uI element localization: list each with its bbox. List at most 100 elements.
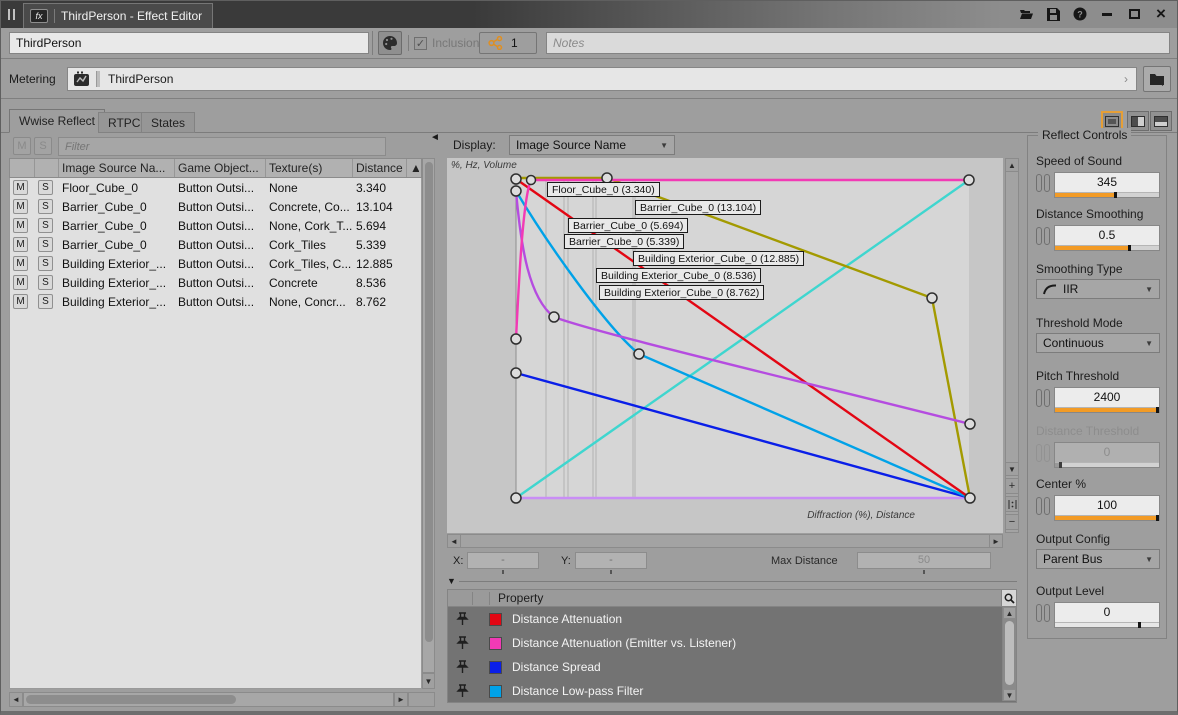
x-coordinate-field[interactable]: - xyxy=(467,552,539,569)
scrollbar-thumb[interactable] xyxy=(26,695,236,704)
curve-tag[interactable]: Building Exterior_Cube_0 (8.536) xyxy=(596,268,761,283)
curve-tag[interactable]: Barrier_Cube_0 (5.339) xyxy=(564,234,684,249)
center-percent-control[interactable]: 100 xyxy=(1036,495,1160,521)
scroll-down-button[interactable]: ▼ xyxy=(1003,689,1016,701)
solo-column-header[interactable] xyxy=(35,159,59,177)
layout-split-horizontal-button[interactable] xyxy=(1150,111,1172,131)
center-percent-value[interactable]: 100 xyxy=(1055,498,1159,512)
mute-all-button[interactable]: M xyxy=(13,137,31,155)
maximize-icon[interactable] xyxy=(1124,5,1144,23)
metering-source-field[interactable]: ThirdPerson › xyxy=(67,67,1137,91)
solo-button[interactable]: S xyxy=(38,199,53,214)
scroll-left-button[interactable]: ◄ xyxy=(447,534,461,548)
tab-states[interactable]: States xyxy=(141,112,195,133)
mute-button[interactable]: M xyxy=(13,275,28,290)
property-row[interactable]: Distance Attenuation (Emitter vs. Listen… xyxy=(448,631,1016,655)
scroll-right-button[interactable]: ► xyxy=(394,692,408,707)
table-row[interactable]: M S Building Exterior_... Button Outsi..… xyxy=(10,273,421,292)
output-config-dropdown[interactable]: Parent Bus ▼ xyxy=(1036,549,1160,569)
rtpc-icon[interactable] xyxy=(1036,389,1051,407)
output-level-control[interactable]: 0 xyxy=(1036,602,1160,628)
scroll-down-button[interactable]: ▼ xyxy=(1005,462,1019,476)
property-row[interactable]: Distance Spread xyxy=(448,655,1016,679)
threshold-mode-dropdown[interactable]: Continuous ▼ xyxy=(1036,333,1160,353)
browse-button[interactable] xyxy=(1143,66,1171,92)
curve-graph[interactable]: %, Hz, Volume Diffraction (%), Distance … xyxy=(447,158,1003,533)
zoom-out-button[interactable]: − xyxy=(1005,514,1019,530)
zoom-fit-button[interactable] xyxy=(1005,496,1019,512)
mute-button[interactable]: M xyxy=(13,237,28,252)
column-header-game-object[interactable]: Game Object... xyxy=(175,159,266,177)
help-icon[interactable]: ? xyxy=(1070,5,1090,23)
solo-button[interactable]: S xyxy=(38,180,53,195)
table-row[interactable]: M S Barrier_Cube_0 Button Outsi... Cork_… xyxy=(10,235,421,254)
save-icon[interactable] xyxy=(1043,5,1063,23)
curve-tag[interactable]: Building Exterior_Cube_0 (12.885) xyxy=(633,251,804,266)
column-header-textures[interactable]: Texture(s) xyxy=(266,159,353,177)
table-row[interactable]: M S Barrier_Cube_0 Button Outsi... None,… xyxy=(10,216,421,235)
table-vertical-scrollbar[interactable] xyxy=(422,158,435,673)
tab-wwise-reflect[interactable]: Wwise Reflect xyxy=(9,109,105,133)
pin-icon[interactable] xyxy=(456,612,469,626)
solo-button[interactable]: S xyxy=(38,218,53,233)
graph-horizontal-scrollbar[interactable]: ◄ ► xyxy=(447,534,1003,548)
dock-handle[interactable] xyxy=(8,9,16,20)
distance-smoothing-value[interactable]: 0.5 xyxy=(1055,228,1159,242)
chevron-right-icon[interactable]: › xyxy=(1124,72,1128,86)
curve-tag[interactable]: Floor_Cube_0 (3.340) xyxy=(547,182,660,197)
collapse-panel-icon[interactable]: ◄ xyxy=(430,132,440,143)
mute-button[interactable]: M xyxy=(13,218,28,233)
notes-input[interactable] xyxy=(546,32,1170,54)
curve-tag[interactable]: Building Exterior_Cube_0 (8.762) xyxy=(599,285,764,300)
sharesets-button[interactable]: 1 xyxy=(479,32,537,54)
window-tab[interactable]: fx ThirdPerson - Effect Editor xyxy=(23,3,213,28)
graph-vertical-scrollbar[interactable]: ▲ ▼ + − xyxy=(1005,158,1019,533)
scrollbar-thumb[interactable] xyxy=(425,162,433,642)
speed-of-sound-control[interactable]: 345 xyxy=(1036,172,1160,198)
table-horizontal-scrollbar[interactable] xyxy=(23,692,394,707)
max-distance-field[interactable]: 50 xyxy=(857,552,991,569)
y-coordinate-field[interactable]: - xyxy=(575,552,647,569)
curve-tag[interactable]: Barrier_Cube_0 (13.104) xyxy=(635,200,761,215)
distance-smoothing-control[interactable]: 0.5 xyxy=(1036,225,1160,251)
effect-name-input[interactable] xyxy=(9,32,369,54)
sort-arrow-icon[interactable]: ▲ xyxy=(407,159,419,177)
pitch-threshold-control[interactable]: 2400 xyxy=(1036,387,1160,413)
scroll-left-button[interactable]: ◄ xyxy=(9,692,23,707)
mute-button[interactable]: M xyxy=(13,294,28,309)
rtpc-icon[interactable] xyxy=(1036,227,1051,245)
rtpc-icon[interactable] xyxy=(1036,604,1051,622)
output-level-value[interactable]: 0 xyxy=(1055,605,1159,619)
rtpc-icon[interactable] xyxy=(1036,174,1051,192)
display-mode-dropdown[interactable]: Image Source Name ▼ xyxy=(509,135,675,155)
scroll-right-button[interactable]: ► xyxy=(989,534,1003,548)
scrollbar-thumb[interactable] xyxy=(1005,621,1014,685)
inclusion-checkbox[interactable]: ✓ xyxy=(414,37,427,50)
solo-button[interactable]: S xyxy=(38,237,53,252)
scroll-up-button[interactable]: ▲ xyxy=(1005,158,1019,172)
pin-icon[interactable] xyxy=(456,636,469,650)
mute-button[interactable]: M xyxy=(13,199,28,214)
pitch-threshold-value[interactable]: 2400 xyxy=(1055,390,1159,404)
mute-column-header[interactable] xyxy=(10,159,35,177)
mute-button[interactable]: M xyxy=(13,256,28,271)
property-row[interactable]: Distance Attenuation xyxy=(448,607,1016,631)
solo-button[interactable]: S xyxy=(38,275,53,290)
close-icon[interactable]: × xyxy=(1151,5,1171,23)
property-column-header[interactable]: Property xyxy=(498,591,543,605)
rtpc-icon[interactable] xyxy=(1036,497,1051,515)
scroll-down-button[interactable]: ▼ xyxy=(422,673,435,689)
mute-button[interactable]: M xyxy=(13,180,28,195)
table-row[interactable]: M S Barrier_Cube_0 Button Outsi... Concr… xyxy=(10,197,421,216)
pin-icon[interactable] xyxy=(456,684,469,698)
curve-tag[interactable]: Barrier_Cube_0 (5.694) xyxy=(568,218,688,233)
zoom-in-button[interactable]: + xyxy=(1005,478,1019,494)
column-header-name[interactable]: Image Source Na... xyxy=(59,159,175,177)
solo-button[interactable]: S xyxy=(38,256,53,271)
collapse-properties-icon[interactable]: ▼ xyxy=(447,576,456,586)
table-row[interactable]: M S Building Exterior_... Button Outsi..… xyxy=(10,292,421,311)
search-properties-button[interactable] xyxy=(1001,590,1016,606)
column-header-distance[interactable]: Distance xyxy=(353,159,407,177)
open-icon[interactable] xyxy=(1016,5,1036,23)
speed-of-sound-value[interactable]: 345 xyxy=(1055,175,1159,189)
